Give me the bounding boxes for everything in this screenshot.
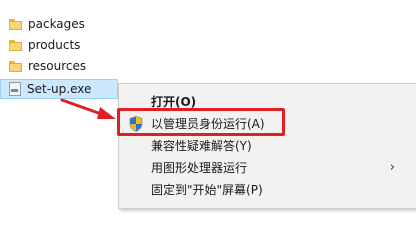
annotation-arrow-icon xyxy=(60,98,116,119)
context-menu: 打开(O) 以管理员身份运行(A) 兼容性疑难解答(Y) 用图形处理器运行 › … xyxy=(118,83,416,209)
menu-item-label: 兼容性疑难解答(Y) xyxy=(151,139,252,153)
annotation-highlight-box xyxy=(117,108,285,136)
file-name: resources xyxy=(28,59,87,73)
folder-icon xyxy=(9,39,22,51)
folder-icon xyxy=(9,18,22,30)
file-item-products[interactable]: products xyxy=(0,35,80,55)
chevron-right-icon: › xyxy=(389,160,395,175)
file-item-packages[interactable]: packages xyxy=(0,14,85,34)
file-name: products xyxy=(28,38,81,52)
menu-item-run-with-gpu[interactable]: 用图形处理器运行 › xyxy=(119,157,416,179)
menu-item-pin-to-start[interactable]: 固定到"开始"屏幕(P) xyxy=(119,179,416,201)
menu-item-label: 固定到"开始"屏幕(P) xyxy=(151,183,263,197)
file-item-resources[interactable]: resources xyxy=(0,56,86,76)
menu-item-label: 用图形处理器运行 xyxy=(151,161,248,175)
file-name: packages xyxy=(28,17,85,31)
exe-file-icon xyxy=(9,82,21,96)
folder-icon xyxy=(9,60,22,72)
menu-item-troubleshoot-compatibility[interactable]: 兼容性疑难解答(Y) xyxy=(119,135,416,157)
